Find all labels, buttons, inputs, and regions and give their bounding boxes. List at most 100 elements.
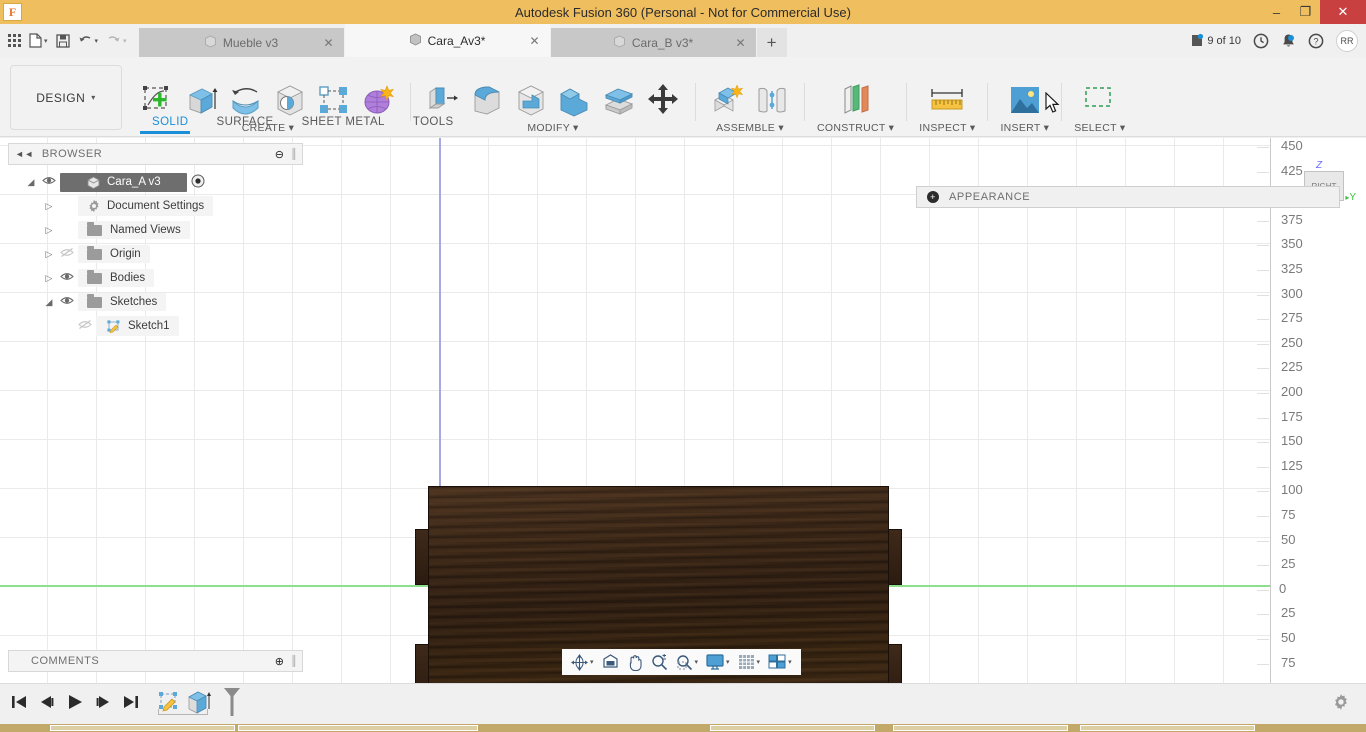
new-component-icon[interactable] [708,81,748,119]
ribbon-group-label-modify[interactable]: MODIFY ▾ [527,122,578,134]
apps-grid-icon[interactable] [4,28,25,54]
display-settings-icon[interactable]: ▾ [703,654,733,670]
create-sketch-icon[interactable] [138,81,178,119]
undo-icon[interactable]: ▾ [74,28,103,54]
grid-snap-icon[interactable]: ▾ [735,654,764,670]
browser-tree-label[interactable]: Cara_A v3 [60,173,187,192]
new-document-tab-button[interactable]: + [757,28,787,57]
ribbon-group-label-assemble[interactable]: ASSEMBLE ▾ [716,122,784,134]
document-tab-1[interactable]: Cara_Av3* ✕ [345,24,550,57]
plank-tab-right-top[interactable] [889,529,902,585]
activate-component-radio-icon[interactable] [191,174,205,191]
joint-icon[interactable] [752,81,792,119]
browser-tree-item-named-views[interactable]: ▷ Named Views [8,218,303,242]
taskbar-item[interactable] [710,725,875,731]
browser-tree-item-sketch1[interactable]: Sketch1 [8,314,303,338]
document-tab-close-0[interactable]: ✕ [323,36,333,50]
ribbon-group-label-create[interactable]: CREATE ▾ [242,122,294,134]
extrude-icon[interactable] [182,81,222,119]
form-icon[interactable] [358,81,398,119]
expander-expanded-icon[interactable]: ◢ [42,297,56,308]
avatar[interactable]: RR [1336,30,1358,52]
new-file-icon[interactable]: ▾ [25,28,52,54]
browser-tree-item-bodies[interactable]: ▷ Bodies [8,266,303,290]
document-tab-close-1[interactable]: ✕ [529,34,539,48]
browser-tree-item-sketches[interactable]: ◢ Sketches [8,290,303,314]
revolve-icon[interactable] [226,81,266,119]
close-button[interactable]: ✕ [1320,0,1366,24]
chevron-down-icon[interactable]: ▾ [695,658,699,666]
appearance-dialog[interactable]: + APPEARANCE [916,186,1340,208]
move-copy-icon[interactable] [643,81,683,119]
drag-handle-icon[interactable]: ║ [290,656,298,667]
browser-tree-item-document-settings[interactable]: ▷ Document Settings [8,194,303,218]
viewports-icon[interactable]: ▾ [765,654,795,670]
ribbon-group-label-construct[interactable]: CONSTRUCT ▾ [817,122,894,134]
timeline-settings-button[interactable] [1332,693,1350,716]
taskbar-item[interactable] [1080,725,1255,731]
offset-face-icon[interactable] [599,81,639,119]
hole-icon[interactable] [270,81,310,119]
eye-hidden-icon[interactable] [56,247,78,261]
go-to-beginning-icon[interactable] [10,694,28,715]
job-status[interactable]: 9 of 10 [1190,33,1241,48]
minimize-button[interactable]: – [1262,0,1291,24]
browser-tree-label[interactable]: Sketches [78,293,166,311]
timeline-marker[interactable] [222,687,242,722]
rectangular-pattern-icon[interactable] [314,81,354,119]
ribbon-group-label-inspect[interactable]: INSPECT ▾ [919,122,975,134]
redo-icon[interactable]: ▾ [102,28,131,54]
expander-collapsed-icon[interactable]: ▷ [42,201,56,212]
browser-tree-label[interactable]: Bodies [78,269,154,287]
taskbar-item[interactable] [238,725,478,731]
recent-button[interactable] [1253,33,1269,49]
zoom-window-icon[interactable]: ▾ [673,654,702,671]
document-tab-close-2[interactable]: ✕ [735,36,745,50]
measure-icon[interactable] [927,81,967,119]
go-to-end-icon[interactable] [122,694,140,715]
expander-collapsed-icon[interactable]: ▷ [42,225,56,236]
browser-tree-label[interactable]: Named Views [78,221,190,239]
workspace-selector[interactable]: DESIGN ▾ [10,65,122,130]
browser-tree-item-origin[interactable]: ▷ Origin [8,242,303,266]
insert-image-icon[interactable] [1005,81,1045,119]
expander-collapsed-icon[interactable]: ▷ [42,273,56,284]
eye-visible-icon[interactable] [56,271,78,285]
plank-tab-left-bottom[interactable] [415,644,428,683]
combine-icon[interactable] [555,81,595,119]
plank-tab-right-bottom[interactable] [889,644,902,683]
step-back-icon[interactable] [38,694,56,715]
offset-plane-icon[interactable] [836,81,876,119]
press-pull-icon[interactable] [423,81,463,119]
ribbon-group-label-insert[interactable]: INSERT ▾ [1000,122,1049,134]
chevron-down-icon[interactable]: ▾ [590,658,594,666]
browser-tree-label[interactable]: Origin [78,245,150,263]
step-forward-icon[interactable] [94,694,112,715]
document-tab-2[interactable]: Cara_B v3* ✕ [551,28,756,57]
notifications-button[interactable] [1281,33,1296,49]
chevron-down-icon[interactable]: ▾ [726,658,730,666]
sketch-feature-icon[interactable] [156,689,182,720]
plank-tab-left-top[interactable] [415,529,428,585]
fillet-icon[interactable] [467,81,507,119]
save-icon[interactable] [52,28,74,54]
pan-icon[interactable] [624,654,646,671]
browser-tree-label[interactable]: Sketch1 [96,316,179,336]
zoom-icon[interactable] [648,654,671,671]
help-button[interactable]: ? [1308,33,1324,49]
maximize-button[interactable]: ❐ [1291,0,1320,24]
eye-visible-icon[interactable] [38,175,60,189]
expander-collapsed-icon[interactable]: ▷ [42,249,56,260]
taskbar-item[interactable] [50,725,235,731]
orbit-icon[interactable]: ▾ [568,654,597,671]
eye-hidden-icon[interactable] [74,319,96,333]
shell-icon[interactable] [511,81,551,119]
browser-tree-label[interactable]: Document Settings [78,196,213,216]
collapse-left-icon[interactable]: ◄◄ [15,149,34,159]
ribbon-group-label-select[interactable]: SELECT ▾ [1074,122,1125,134]
eye-visible-icon[interactable] [56,295,78,309]
play-icon[interactable] [66,694,84,715]
document-tab-0[interactable]: Mueble v3 ✕ [139,28,344,57]
chevron-down-icon[interactable]: ▾ [757,658,761,666]
expand-icon[interactable]: + [927,191,939,203]
